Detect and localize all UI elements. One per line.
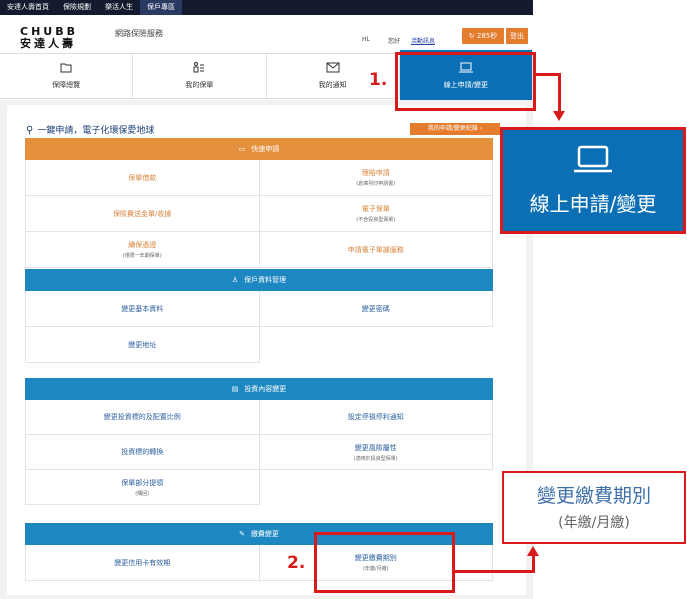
section-header: ▤ 投資內容變更 [25,378,493,400]
laptop-icon: ▭ [238,145,246,153]
option-label: 電子保單 [361,205,390,213]
chart-card-icon: ▤ [231,385,239,393]
section-quick-apply: ▭ 快速申請 保單借款 理賠申請 (倉庫列印申請書) 保險費送金單/收據 電子保單… [25,138,493,268]
person-icon: ♙ [231,276,239,284]
section-title: 投資內容變更 [244,385,287,393]
option-premium-notice-receipt[interactable]: 保險費送金單/收據 [26,196,260,232]
callout-sublabel: (年繳/月繳) [558,515,630,531]
step-2-arrowhead [527,546,539,556]
option-change-address[interactable]: 變更地址 [26,327,260,363]
laptop-icon [573,144,613,174]
step-2-number: 2. [287,553,306,573]
nav-item-my-policies[interactable]: 我的保單 [133,54,267,98]
session-timer-value: 285秒 [476,32,498,40]
option-change-credit-card-expiry[interactable]: 變更信用卡有效期 [26,545,260,581]
session-timer-button[interactable]: ↻ 285秒 [462,28,504,44]
option-partial-withdrawal[interactable]: 保單部分提領 (贖回) [26,470,260,505]
step-2-connector-vertical [532,555,535,573]
section-grid: 變更基本資料 變更密碼 變更地址 [25,291,493,363]
step-1-highlight-box [395,52,536,111]
option-renewal-certificate[interactable]: 續保憑證 (僅限一年期保單) [26,232,260,268]
nav-item-coverage-overview[interactable]: 保障總覽 [0,54,134,98]
logo-zh: 安達人壽 [20,37,76,50]
folder-icon [0,62,132,74]
empty-cell [260,470,494,505]
option-sublabel: (倉庫列印申請書) [356,181,396,187]
option-change-investment-allocation[interactable]: 變更投資標的及配置比例 [26,400,260,435]
user-name: HL [362,36,370,43]
callout-label: 變更繳費期別 [536,485,651,507]
step-1-connector-horizontal [536,73,560,76]
step-1-arrowhead [553,111,565,121]
nav-label: 保障總覽 [52,81,81,89]
logout-button[interactable]: 登出 [506,28,528,44]
option-label: 變更風險屬性 [354,443,397,452]
section-grid: 變更投資標的及配置比例 設定停損停利通知 投資標的轉換 變更風險屬性 (適用於投… [25,400,493,505]
callout-label: 線上申請/變更 [529,192,657,216]
refresh-icon: ↻ [468,32,475,40]
top-bar: 安達人壽首頁 保險規劃 樂活人生 保戶專區 [0,0,533,15]
option-label: 保單部分提領 [121,478,164,487]
option-label: 理賠申請 [361,169,390,177]
step-1-connector-vertical [558,73,561,113]
top-link-life[interactable]: 樂活人生 [98,0,140,15]
pencil-icon: ✎ [239,530,245,538]
page-title-text: 一鍵申請，電子化環保愛地球 [37,126,155,136]
option-e-document-service[interactable]: 申請電子單據服務 [259,232,493,268]
step-1-number: 1. [369,70,388,90]
option-label: 變更密碼 [361,304,390,313]
chubb-logo[interactable]: CHUBB 安達人壽 [20,26,90,50]
option-label: 申請電子單據服務 [347,245,404,254]
option-label: 變更信用卡有效期 [114,558,171,567]
section-profile-management: ♙ 保戶資料管理 變更基本資料 變更密碼 變更地址 [25,269,493,363]
option-stop-loss-notice[interactable]: 設定停損停利通知 [259,400,493,435]
top-link-home[interactable]: 安達人壽首頁 [0,0,56,15]
option-policy-loan[interactable]: 保單借款 [26,160,260,196]
option-label: 變更投資標的及配置比例 [103,413,181,421]
option-label: 設定停損停利通知 [347,413,404,421]
nav-label: 我的保單 [185,81,214,89]
step-2-connector-horizontal [455,570,535,573]
section-header: ♙ 保戶資料管理 [25,269,493,291]
top-link-customer-zone[interactable]: 保戶專區 [140,0,182,15]
section-grid: 保單借款 理賠申請 (倉庫列印申請書) 保險費送金單/收據 電子保單 (不含投資… [25,160,493,268]
callout-change-payment-frequency: 變更繳費期別 (年繳/月繳) [502,471,686,544]
option-e-policy[interactable]: 電子保單 (不含投資型保單) [259,196,493,232]
option-label: 保險費送金單/收據 [113,209,172,218]
option-change-password[interactable]: 變更密碼 [259,291,493,327]
section-investment-changes: ▤ 投資內容變更 變更投資標的及配置比例 設定停損停利通知 投資標的轉換 變更風險… [25,378,493,505]
application-record-button[interactable]: 我的申請/變更紀錄 › [410,123,500,135]
option-label: 保單借款 [128,173,157,182]
option-label: 變更基本資料 [121,304,164,313]
option-sublabel: (僅限一年期保單) [122,253,162,259]
policy-list-icon [133,62,265,74]
section-title: 保戶資料管理 [244,276,287,284]
option-sublabel: (贖回) [135,490,150,497]
section-title: 快速申請 [251,145,280,153]
header: CHUBB 安達人壽 網路保險服務 HL 您好 活動訊息 ↻ 285秒 登出 [0,15,533,53]
logo-en: CHUBB [20,25,78,38]
step-2-highlight-box [314,532,455,593]
option-change-risk-profile[interactable]: 變更風險屬性 (適用於投資型保單) [259,435,493,470]
top-link-insurance-planning[interactable]: 保險規劃 [56,0,98,15]
page-title: ⚲ 一鍵申請，電子化環保愛地球 [26,123,154,136]
option-fund-switch[interactable]: 投資標的轉換 [26,435,260,470]
site-subtitle: 網路保險服務 [115,29,163,38]
section-header: ▭ 快速申請 [25,138,493,160]
option-label: 投資標的轉換 [121,448,164,456]
option-label: 變更地址 [128,340,157,349]
globe-icon: ⚲ [26,125,34,136]
option-label: 續保憑證 [128,241,157,249]
callout-online-application: 線上申請/變更 [500,127,686,234]
greeting: 您好 [388,38,401,45]
option-sublabel: (不含投資型保單) [356,217,396,223]
option-sublabel: (適用於投資型保單) [353,455,398,462]
message-link[interactable]: 活動訊息 [411,36,435,45]
section-title: 繳費變更 [250,530,279,538]
option-change-basic-info[interactable]: 變更基本資料 [26,291,260,327]
option-claim-application[interactable]: 理賠申請 (倉庫列印申請書) [259,160,493,196]
empty-cell [260,327,494,363]
main-content: ⚲ 一鍵申請，電子化環保愛地球 我的申請/變更紀錄 › ▭ 快速申請 保單借款 理賠… [0,100,533,599]
